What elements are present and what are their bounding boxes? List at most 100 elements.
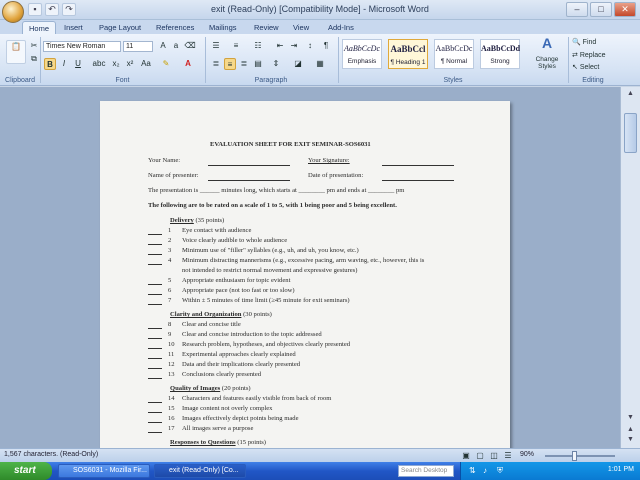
multilevel-list-icon[interactable]: ☷ <box>252 40 264 52</box>
maximize-button[interactable]: □ <box>590 2 612 17</box>
minimize-button[interactable]: – <box>566 2 588 17</box>
align-right-icon[interactable]: ≣ <box>238 58 250 70</box>
tray-shield-icon[interactable]: ⛨ <box>497 466 503 476</box>
underline-button[interactable]: U <box>72 58 84 70</box>
justify-icon[interactable]: ▤ <box>252 58 264 70</box>
score-blank[interactable] <box>148 244 162 245</box>
sort-icon[interactable]: ↕ <box>304 40 316 52</box>
zoom-slider[interactable] <box>545 455 615 457</box>
score-blank[interactable] <box>148 234 162 235</box>
shading-icon[interactable]: ◪ <box>292 58 304 70</box>
style-emphasis[interactable]: AaBbCcDc Emphasis <box>342 39 382 69</box>
superscript-icon[interactable]: x² <box>124 58 136 70</box>
tab-view[interactable]: View <box>287 21 315 34</box>
increase-indent-icon[interactable]: ⇥ <box>288 40 300 52</box>
document-workspace[interactable]: EVALUATION SHEET FOR EXIT SEMINAR-SOS603… <box>0 87 620 448</box>
font-size-field[interactable]: 11 <box>123 41 153 52</box>
shrink-font-icon[interactable]: a <box>170 40 182 52</box>
align-center-icon[interactable]: ≡ <box>224 58 236 70</box>
strikethrough-icon[interactable]: abc <box>90 58 108 70</box>
scroll-up-icon[interactable]: ▲ <box>624 89 637 99</box>
desktop-search-input[interactable]: Search Desktop <box>398 465 454 477</box>
numbering-icon[interactable]: ≡ <box>230 40 242 52</box>
bold-button[interactable]: B <box>44 58 56 70</box>
tab-review[interactable]: Review <box>248 21 285 34</box>
zoom-slider-knob[interactable] <box>572 451 577 461</box>
score-blank[interactable] <box>148 358 162 359</box>
score-blank[interactable] <box>148 254 162 255</box>
score-blank[interactable] <box>148 422 162 423</box>
highlight-icon[interactable]: ✎ <box>160 58 172 70</box>
tray-network-icon[interactable]: ⇅ <box>469 466 476 475</box>
tab-home[interactable]: Home <box>22 21 57 34</box>
clear-format-icon[interactable]: ⌫ <box>184 40 196 52</box>
system-tray: ⇅ ♪ ⛨ 1:01 PM <box>460 462 640 480</box>
copy-icon[interactable]: ⧉ <box>28 53 40 65</box>
criterion-text: Voice clearly audible to whole audience <box>182 237 288 244</box>
tab-mailings[interactable]: Mailings <box>203 21 243 34</box>
grow-font-icon[interactable]: A <box>157 40 169 52</box>
tab-page-layout[interactable]: Page Layout <box>93 21 147 34</box>
change-styles-button[interactable]: Change Styles <box>530 56 564 70</box>
web-layout-icon[interactable]: ◫ <box>488 450 500 462</box>
score-blank[interactable] <box>148 378 162 379</box>
paste-icon[interactable]: 📋 <box>6 40 26 64</box>
score-blank[interactable] <box>148 328 162 329</box>
subscript-icon[interactable]: x₂ <box>110 58 122 70</box>
section-heading-title: Responses to Questions <box>170 439 236 446</box>
style-strong[interactable]: AaBbCcDd Strong <box>480 39 520 69</box>
font-name-field[interactable]: Times New Roman <box>43 41 121 52</box>
style-normal[interactable]: AaBbCcDc ¶ Normal <box>434 39 474 69</box>
vertical-scrollbar[interactable]: ▲ ▼ ▲ ▼ <box>620 87 640 448</box>
tray-volume-icon[interactable]: ♪ <box>483 466 487 475</box>
change-styles-icon[interactable]: A <box>537 36 557 55</box>
score-blank[interactable] <box>148 368 162 369</box>
redo-icon[interactable]: ↷ <box>62 3 76 16</box>
score-blank[interactable] <box>148 402 162 403</box>
font-color-icon[interactable]: A <box>182 58 194 70</box>
zoom-level[interactable]: 90% <box>520 451 534 458</box>
show-marks-icon[interactable]: ¶ <box>320 40 332 52</box>
document-page[interactable]: EVALUATION SHEET FOR EXIT SEMINAR-SOS603… <box>100 101 510 448</box>
start-button[interactable]: start <box>0 462 52 480</box>
style-sample: AaBbCcDc <box>435 44 473 53</box>
close-button[interactable]: ✕ <box>614 2 636 17</box>
decrease-indent-icon[interactable]: ⇤ <box>274 40 286 52</box>
italic-button[interactable]: I <box>58 58 70 70</box>
tab-add-ins[interactable]: Add-Ins <box>322 21 360 34</box>
criterion-text: Characters and features easily visible f… <box>182 395 332 402</box>
score-blank[interactable] <box>148 338 162 339</box>
print-layout-icon[interactable]: ▣ <box>460 450 472 462</box>
find-button[interactable]: 🔍 Find <box>572 38 596 46</box>
outline-icon[interactable]: ☰ <box>502 450 514 462</box>
change-case-icon[interactable]: Aa <box>140 58 152 70</box>
score-blank[interactable] <box>148 294 162 295</box>
prev-page-icon[interactable]: ▲ <box>624 425 637 435</box>
tab-references[interactable]: References <box>150 21 200 34</box>
align-left-icon[interactable]: ≣ <box>210 58 222 70</box>
save-icon[interactable]: ▪ <box>28 3 42 16</box>
taskbar-item-word[interactable]: exit (Read-Only) [Co... <box>154 464 246 478</box>
bullets-icon[interactable]: ☰ <box>210 40 222 52</box>
score-blank[interactable] <box>148 432 162 433</box>
cut-icon[interactable]: ✂ <box>28 40 40 52</box>
next-page-icon[interactable]: ▼ <box>624 435 637 445</box>
full-screen-icon[interactable]: ▢ <box>474 450 486 462</box>
undo-icon[interactable]: ↶ <box>45 3 59 16</box>
score-blank[interactable] <box>148 284 162 285</box>
borders-icon[interactable]: ▦ <box>314 58 326 70</box>
office-button[interactable] <box>2 1 24 23</box>
criterion-text: not intended to restrict normal movement… <box>182 267 358 274</box>
replace-button[interactable]: ⇄ Replace <box>572 51 606 59</box>
tab-insert[interactable]: Insert <box>58 21 89 34</box>
select-button[interactable]: ↖ Select <box>572 63 599 71</box>
scroll-thumb[interactable] <box>624 113 637 153</box>
score-blank[interactable] <box>148 304 162 305</box>
score-blank[interactable] <box>148 412 162 413</box>
scroll-down-icon[interactable]: ▼ <box>624 413 637 423</box>
style-heading-1[interactable]: AaBbCcl ¶ Heading 1 <box>388 39 428 69</box>
line-spacing-icon[interactable]: ⇕ <box>270 58 282 70</box>
score-blank[interactable] <box>148 348 162 349</box>
taskbar-item-firefox[interactable]: SOS6031 - Mozilla Fir... <box>58 464 150 478</box>
score-blank[interactable] <box>148 264 162 265</box>
